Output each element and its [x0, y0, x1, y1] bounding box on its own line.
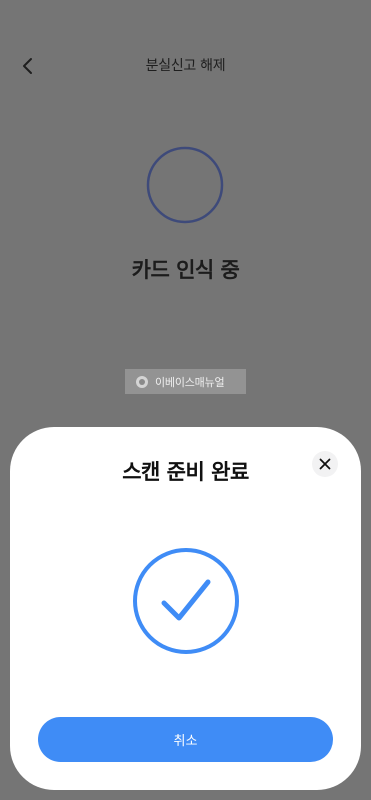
- scan-ready-sheet: 스캔 준비 완료 취소: [10, 427, 361, 790]
- logo-icon: [136, 375, 148, 388]
- page-title: 분실신고 해제: [145, 58, 226, 74]
- loading-spinner: [146, 146, 224, 224]
- cancel-button[interactable]: 취소: [38, 717, 333, 762]
- watermark-text: 이베이스매뉴얼: [155, 375, 225, 389]
- scan-status-text: 카드 인식 중: [131, 258, 240, 282]
- watermark: 이베이스매뉴얼: [125, 369, 246, 394]
- close-icon: [319, 458, 331, 470]
- check-circle-icon: [133, 548, 239, 654]
- top-bar: 분실신고 해제: [0, 44, 371, 88]
- sheet-title: 스캔 준비 완료: [122, 460, 249, 484]
- close-button[interactable]: [312, 451, 338, 477]
